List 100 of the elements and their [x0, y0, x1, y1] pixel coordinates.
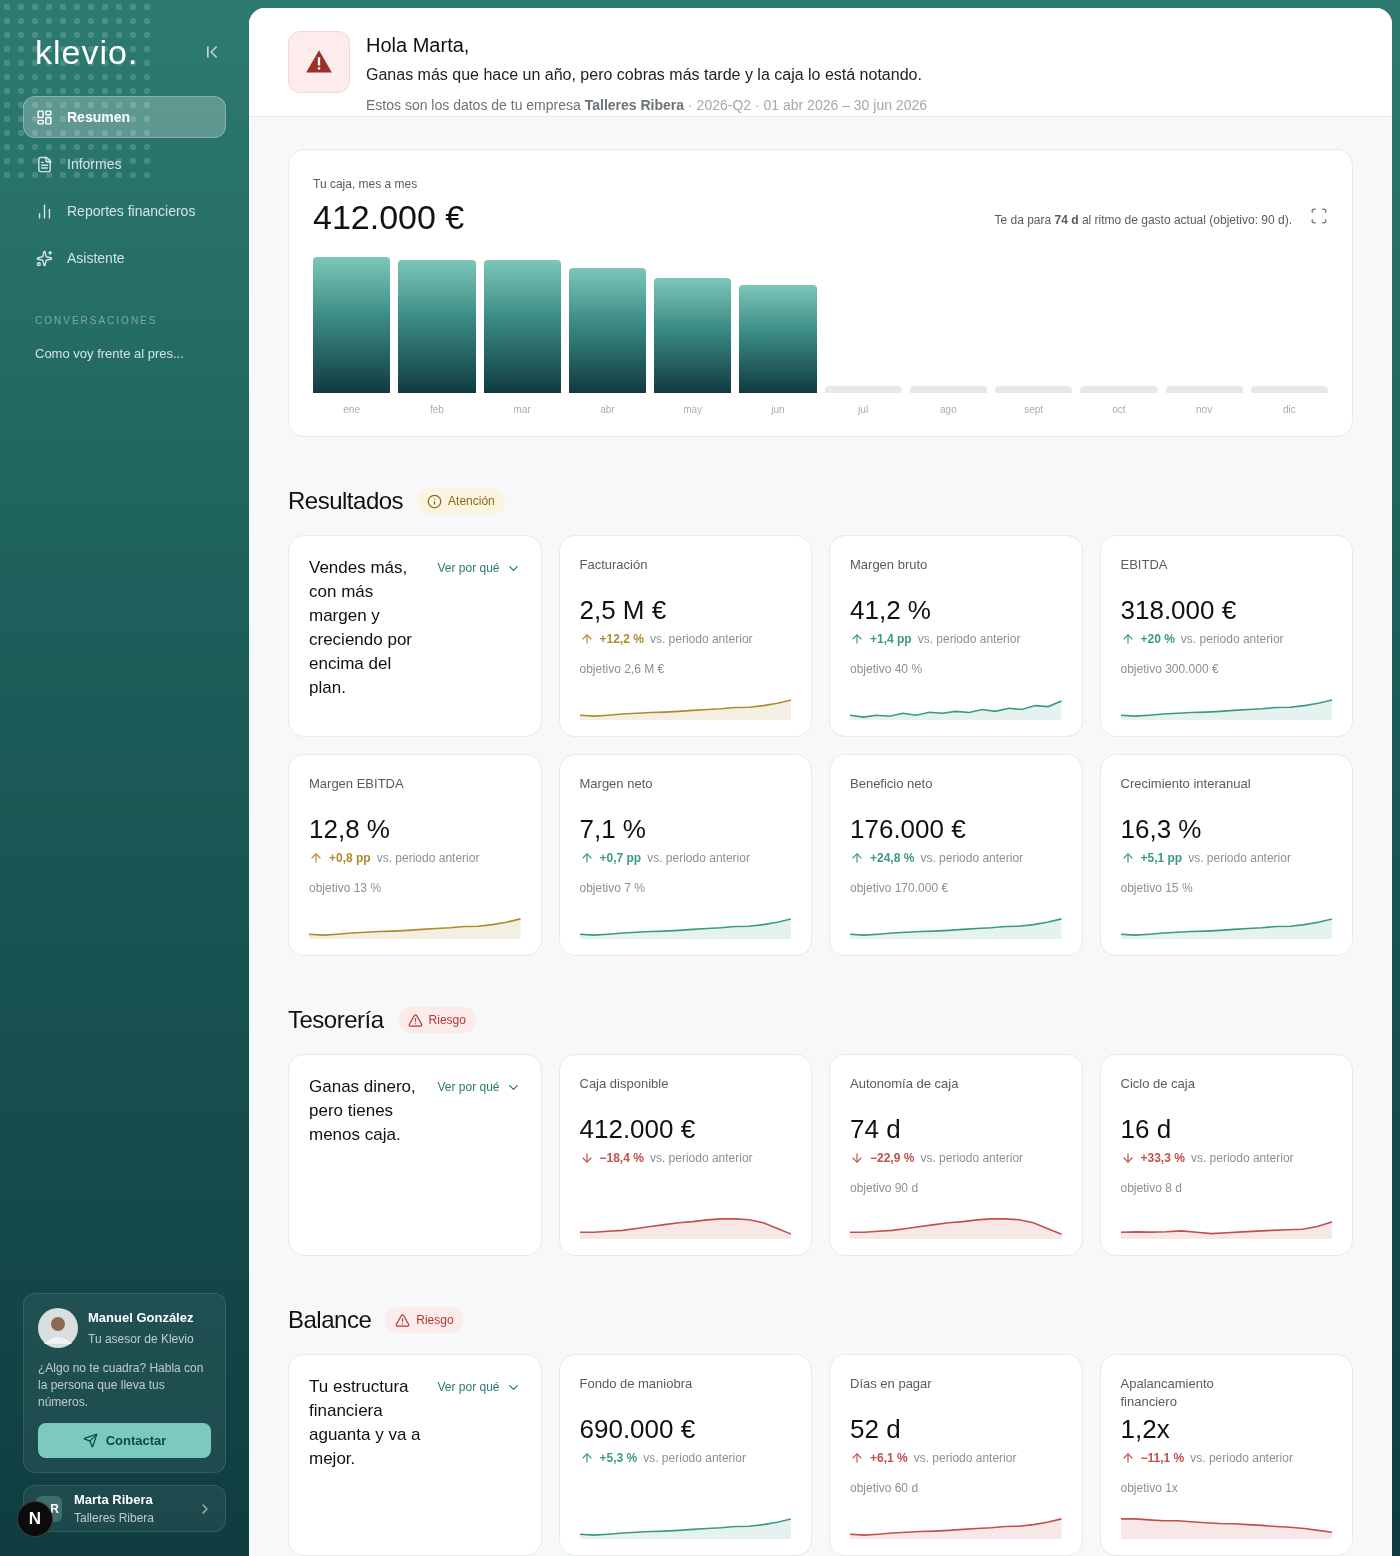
section-title: Balance	[288, 1305, 372, 1335]
metric-title: Días en pagar	[850, 1375, 933, 1393]
status-badge: Atención	[417, 488, 505, 514]
metric-value: 412.000 €	[579, 1113, 697, 1145]
info-icon	[427, 493, 443, 509]
summary-text: Tu estructura financiera aguanta y va a mejor.	[309, 1376, 422, 1470]
delta-note: vs. periodo anterior	[920, 1150, 1024, 1167]
see-why-link[interactable]: Ver por qué	[437, 1378, 521, 1396]
delta-note: vs. periodo anterior	[1190, 1150, 1294, 1167]
metric-title: Autonomía de caja	[850, 1075, 960, 1093]
status-badge: Riesgo	[397, 1007, 476, 1033]
logo: klevio.	[35, 32, 139, 72]
nav-item[interactable]: Asistente	[23, 237, 226, 279]
contact-button[interactable]: Contactar	[38, 1423, 211, 1458]
metric-value: 12,8 %	[309, 813, 391, 845]
delta-note: vs. periodo anterior	[647, 850, 750, 867]
delta-note: vs. periodo anterior	[1188, 850, 1291, 867]
delta-note: vs. periodo anterior	[913, 1450, 1017, 1467]
metric-title: Facturación	[579, 556, 649, 574]
metric-value: 176.000 €	[850, 813, 967, 845]
see-why-link[interactable]: Ver por qué	[437, 1078, 521, 1096]
month-label: feb	[428, 403, 445, 417]
month-label: jul	[856, 403, 870, 417]
target-text: objetivo 170.000 €	[850, 880, 949, 897]
runway-note: Te da para 74 d al ritmo de gasto actual (objetivo: 90 d).	[994, 212, 1292, 229]
nav-item[interactable]: Informes	[23, 143, 226, 185]
delta-text: +33,3 %	[1140, 1150, 1185, 1167]
delta-note: vs. periodo anterior	[643, 1450, 746, 1467]
target-text: objetivo 7 %	[579, 880, 645, 897]
advisor-role: Tu asesor de Klevio	[88, 1330, 194, 1348]
month-label: dic	[1281, 403, 1297, 417]
month-label: ago	[939, 403, 958, 417]
target-text: objetivo 2,6 M €	[579, 661, 665, 678]
delta-text: −11,1 %	[1140, 1450, 1185, 1467]
section-heading: CONVERSACIONES	[34, 314, 159, 328]
target-text: objetivo 13 %	[309, 880, 382, 897]
conversation-item[interactable]: Como voy frente al pres...	[23, 344, 226, 364]
metric-value: 52 d	[850, 1413, 902, 1445]
section-title: Resultados	[288, 486, 404, 516]
metric-value: 318.000 €	[1120, 594, 1238, 626]
bar-chart-icon	[36, 202, 53, 220]
dashboard-icon	[36, 108, 53, 126]
metric-title: Apalancamiento financiero	[1120, 1375, 1215, 1411]
metric-title: EBITDA	[1120, 556, 1169, 574]
month-label: abr	[599, 403, 616, 417]
metric-value: 690.000 €	[579, 1413, 697, 1445]
expand-button[interactable]	[1310, 207, 1328, 225]
delta-text: −18,4 %	[599, 1150, 644, 1167]
card-label: Tu caja, mes a mes	[313, 176, 419, 193]
metric-title: Margen EBITDA	[309, 775, 405, 793]
metric-title: Caja disponible	[579, 1075, 670, 1093]
summary-text: Vendes más, con más margen y creciendo por encima del plan.	[309, 557, 413, 699]
target-text: objetivo 60 d	[850, 1480, 919, 1497]
month-label: sept	[1023, 403, 1045, 417]
metric-title: Fondo de maniobra	[579, 1375, 694, 1393]
document-icon	[36, 155, 53, 173]
nav-item[interactable]: Reportes financieros	[23, 190, 226, 232]
target-text: objetivo 300.000 €	[1120, 661, 1219, 678]
expand-icon	[1310, 207, 1328, 225]
user-company: Talleres Ribera	[74, 1510, 155, 1528]
metric-title: Margen bruto	[850, 556, 929, 574]
metric-value: 74 d	[850, 1113, 902, 1145]
month-label: mar	[512, 403, 532, 417]
company-context: Estos son los datos de tu empresa Talleres Ribera	[366, 96, 685, 115]
delta-text: +12,2 %	[599, 631, 644, 648]
delta-text: −22,9 %	[870, 1150, 915, 1167]
delta-text: +6,1 %	[870, 1450, 908, 1467]
delta-text: +1,4 pp	[870, 631, 912, 648]
metric-title: Beneficio neto	[850, 775, 934, 793]
delta-note: vs. periodo anterior	[917, 631, 1021, 648]
avatar	[38, 1308, 78, 1348]
delta-text: +5,1 pp	[1140, 850, 1183, 867]
delta-text: +0,8 pp	[329, 850, 371, 867]
warning-icon	[395, 1312, 411, 1328]
delta-note: vs. periodo anterior	[376, 850, 480, 867]
month-label: oct	[1111, 403, 1127, 417]
delta-note: vs. periodo anterior	[1180, 631, 1284, 648]
metric-value: 2,5 M €	[579, 594, 668, 626]
advisor-message: ¿Algo no te cuadra? Habla con la persona que lleva tus números.	[38, 1360, 205, 1411]
metric-value: 7,1 %	[579, 813, 647, 845]
delta-text: +0,7 pp	[599, 850, 642, 867]
send-icon	[82, 1433, 98, 1448]
month-label: jun	[770, 403, 786, 417]
delta-text: +5,3 %	[599, 1450, 638, 1467]
advisor-name: Manuel González	[88, 1309, 194, 1328]
target-text: objetivo 40 %	[850, 661, 923, 678]
user-name: Marta Ribera	[74, 1490, 154, 1509]
see-why-link[interactable]: Ver por qué	[437, 559, 521, 577]
header-message: Ganas más que hace un año, pero cobras más tarde y la caja lo está notando.	[366, 65, 923, 85]
summary-text: Ganas dinero, pero tienes menos caja.	[309, 1076, 417, 1146]
month-label: nov	[1195, 403, 1214, 417]
delta-note: vs. periodo anterior	[649, 631, 753, 648]
month-label: ene	[342, 403, 361, 417]
delta-text: +20 %	[1140, 631, 1175, 648]
target-text: objetivo 15 %	[1120, 880, 1193, 897]
warning-icon	[407, 1012, 423, 1028]
sparkles-icon	[36, 249, 53, 267]
section-title: Tesorería	[288, 1005, 384, 1035]
nav-item[interactable]: Resumen	[23, 96, 226, 138]
metric-value: 41,2 %	[850, 594, 932, 626]
